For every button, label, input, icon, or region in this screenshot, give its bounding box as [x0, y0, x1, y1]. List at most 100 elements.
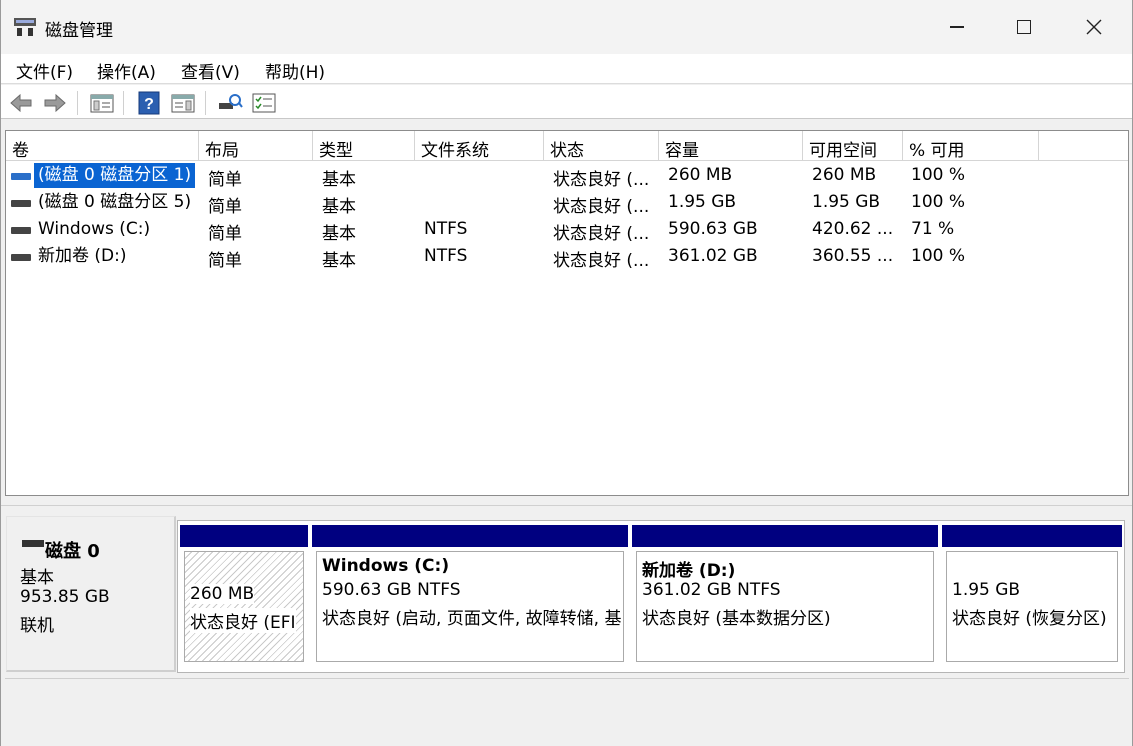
- volume-type: 基本: [322, 170, 356, 190]
- title-bar: 磁盘管理: [1, 0, 1132, 54]
- window-title: 磁盘管理: [45, 21, 113, 41]
- empty-disk-area: [5, 678, 1129, 746]
- volume-layout: 简单: [208, 251, 242, 271]
- forward-icon[interactable]: [42, 91, 68, 115]
- volume-layout: 简单: [208, 170, 242, 190]
- volume-percent-free: 100 %: [911, 246, 966, 266]
- properties-icon[interactable]: [251, 91, 277, 115]
- disk-icon: [22, 540, 44, 547]
- disk-state: 联机: [20, 616, 54, 636]
- toolbar-separator: [123, 91, 124, 115]
- disk-graphical-view: 磁盘 0 基本 953.85 GB 联机 260 MB 状态良好 (EFI Wi…: [5, 508, 1129, 746]
- toolbar: ?: [1, 85, 1132, 119]
- volume-layout: 简单: [208, 197, 242, 217]
- partition-header: [942, 525, 1122, 547]
- volume-type: 基本: [322, 251, 356, 271]
- svg-text:?: ?: [144, 96, 154, 113]
- pane-splitter[interactable]: [1, 500, 1132, 506]
- volume-icon: [11, 200, 31, 207]
- column-header-type[interactable]: 类型: [313, 131, 415, 161]
- volume-percent-free: 100 %: [911, 192, 966, 212]
- menu-help[interactable]: 帮助(H): [265, 58, 325, 83]
- partition-size: 590.63 GB NTFS: [322, 580, 461, 600]
- volume-capacity: 260 MB: [668, 165, 733, 185]
- column-header-percent-free[interactable]: % 可用: [903, 131, 1039, 161]
- volume-status: 状态良好 (...: [553, 170, 650, 190]
- volume-name: Windows (C:): [38, 219, 151, 239]
- column-header-free-space[interactable]: 可用空间: [803, 131, 903, 161]
- help-icon[interactable]: ?: [136, 91, 162, 115]
- maximize-icon: [1017, 20, 1031, 34]
- disk-title: 磁盘 0: [45, 541, 100, 562]
- disk-size: 953.85 GB: [20, 587, 110, 607]
- volume-type: 基本: [322, 224, 356, 244]
- toolbar-separator: [77, 91, 78, 115]
- menu-action[interactable]: 操作(A): [97, 58, 156, 83]
- volume-free-space: 360.55 ...: [812, 246, 894, 266]
- volume-row[interactable]: (磁盘 0 磁盘分区 1) 简单 基本 状态良好 (... 260 MB 260…: [6, 163, 1128, 190]
- console-tree-icon[interactable]: [89, 91, 115, 115]
- disk-management-icon: [14, 18, 36, 36]
- partition-new-volume-d[interactable]: 新加卷 (D:) 361.02 GB NTFS 状态良好 (基本数据分区): [632, 525, 938, 666]
- close-button[interactable]: [1059, 0, 1129, 54]
- volume-name: (磁盘 0 磁盘分区 5): [38, 192, 192, 212]
- maximize-button[interactable]: [989, 0, 1059, 54]
- back-icon[interactable]: [8, 91, 34, 115]
- volume-free-space: 420.62 ...: [812, 219, 894, 239]
- disk-label-panel[interactable]: 磁盘 0 基本 953.85 GB 联机: [6, 516, 176, 672]
- volume-name: (磁盘 0 磁盘分区 1): [34, 163, 196, 188]
- disk-management-window: 磁盘管理 文件(F) 操作(A) 查看(V) 帮助(H) ? 卷 布局 类型 文…: [0, 0, 1133, 746]
- partition-body: 260 MB 状态良好 (EFI: [184, 551, 304, 662]
- partition-body: 新加卷 (D:) 361.02 GB NTFS 状态良好 (基本数据分区): [636, 551, 934, 662]
- volume-icon: [11, 173, 31, 180]
- partition-size: 361.02 GB NTFS: [642, 580, 781, 600]
- partition-header: [312, 525, 628, 547]
- show-pane-icon[interactable]: [170, 91, 196, 115]
- column-header-layout[interactable]: 布局: [199, 131, 313, 161]
- partition-header: [632, 525, 938, 547]
- volume-percent-free: 100 %: [911, 165, 966, 185]
- partition-size: 260 MB: [190, 584, 255, 604]
- column-header-status[interactable]: 状态: [544, 131, 659, 161]
- partition-size: 1.95 GB: [952, 580, 1021, 600]
- volume-icon: [11, 254, 31, 261]
- column-header-filesystem[interactable]: 文件系统: [415, 131, 544, 161]
- minimize-button[interactable]: [922, 0, 992, 54]
- menu-bar: 文件(F) 操作(A) 查看(V) 帮助(H): [1, 54, 1132, 84]
- menu-file[interactable]: 文件(F): [16, 58, 73, 83]
- volume-status: 状态良好 (...: [553, 197, 650, 217]
- partition-map: 260 MB 状态良好 (EFI Windows (C:) 590.63 GB …: [177, 520, 1125, 673]
- partition-status: 状态良好 (EFI: [190, 608, 296, 633]
- close-icon: [1086, 19, 1102, 35]
- volume-list: 卷 布局 类型 文件系统 状态 容量 可用空间 % 可用 (磁盘 0 磁盘分区 …: [5, 130, 1129, 496]
- volume-row[interactable]: (磁盘 0 磁盘分区 5) 简单 基本 状态良好 (... 1.95 GB 1.…: [6, 190, 1128, 217]
- partition-body: 1.95 GB 状态良好 (恢复分区): [946, 551, 1118, 662]
- partition-status: 状态良好 (恢复分区): [952, 609, 1107, 629]
- volume-type: 基本: [322, 197, 356, 217]
- volume-filesystem: NTFS: [424, 219, 468, 239]
- volume-status: 状态良好 (...: [553, 251, 650, 271]
- menu-view[interactable]: 查看(V): [181, 58, 240, 83]
- partition-status: 状态良好 (基本数据分区): [642, 609, 831, 629]
- volume-filesystem: NTFS: [424, 246, 468, 266]
- partition-windows-c[interactable]: Windows (C:) 590.63 GB NTFS 状态良好 (启动, 页面…: [312, 525, 628, 666]
- partition-header: [180, 525, 308, 547]
- volume-name: 新加卷 (D:): [38, 246, 127, 266]
- volume-capacity: 1.95 GB: [668, 192, 737, 212]
- column-header-volume[interactable]: 卷: [6, 131, 199, 161]
- volume-capacity: 361.02 GB: [668, 246, 758, 266]
- volume-row[interactable]: Windows (C:) 简单 基本 NTFS 状态良好 (... 590.63…: [6, 217, 1128, 244]
- volume-status: 状态良好 (...: [553, 224, 650, 244]
- column-header-filler: [1039, 131, 1128, 161]
- partition-status: 状态良好 (启动, 页面文件, 故障转储, 基: [322, 609, 622, 629]
- partition-body: Windows (C:) 590.63 GB NTFS 状态良好 (启动, 页面…: [316, 551, 624, 662]
- volume-free-space: 260 MB: [812, 165, 877, 185]
- column-header-capacity[interactable]: 容量: [659, 131, 803, 161]
- partition-recovery[interactable]: 1.95 GB 状态良好 (恢复分区): [942, 525, 1122, 666]
- disk-type: 基本: [20, 568, 54, 588]
- partition-efi[interactable]: 260 MB 状态良好 (EFI: [180, 525, 308, 666]
- connect-icon[interactable]: [217, 91, 243, 115]
- partition-title: Windows (C:): [322, 556, 450, 576]
- volume-row[interactable]: 新加卷 (D:) 简单 基本 NTFS 状态良好 (... 361.02 GB …: [6, 244, 1128, 271]
- partition-title: 新加卷 (D:): [642, 561, 736, 581]
